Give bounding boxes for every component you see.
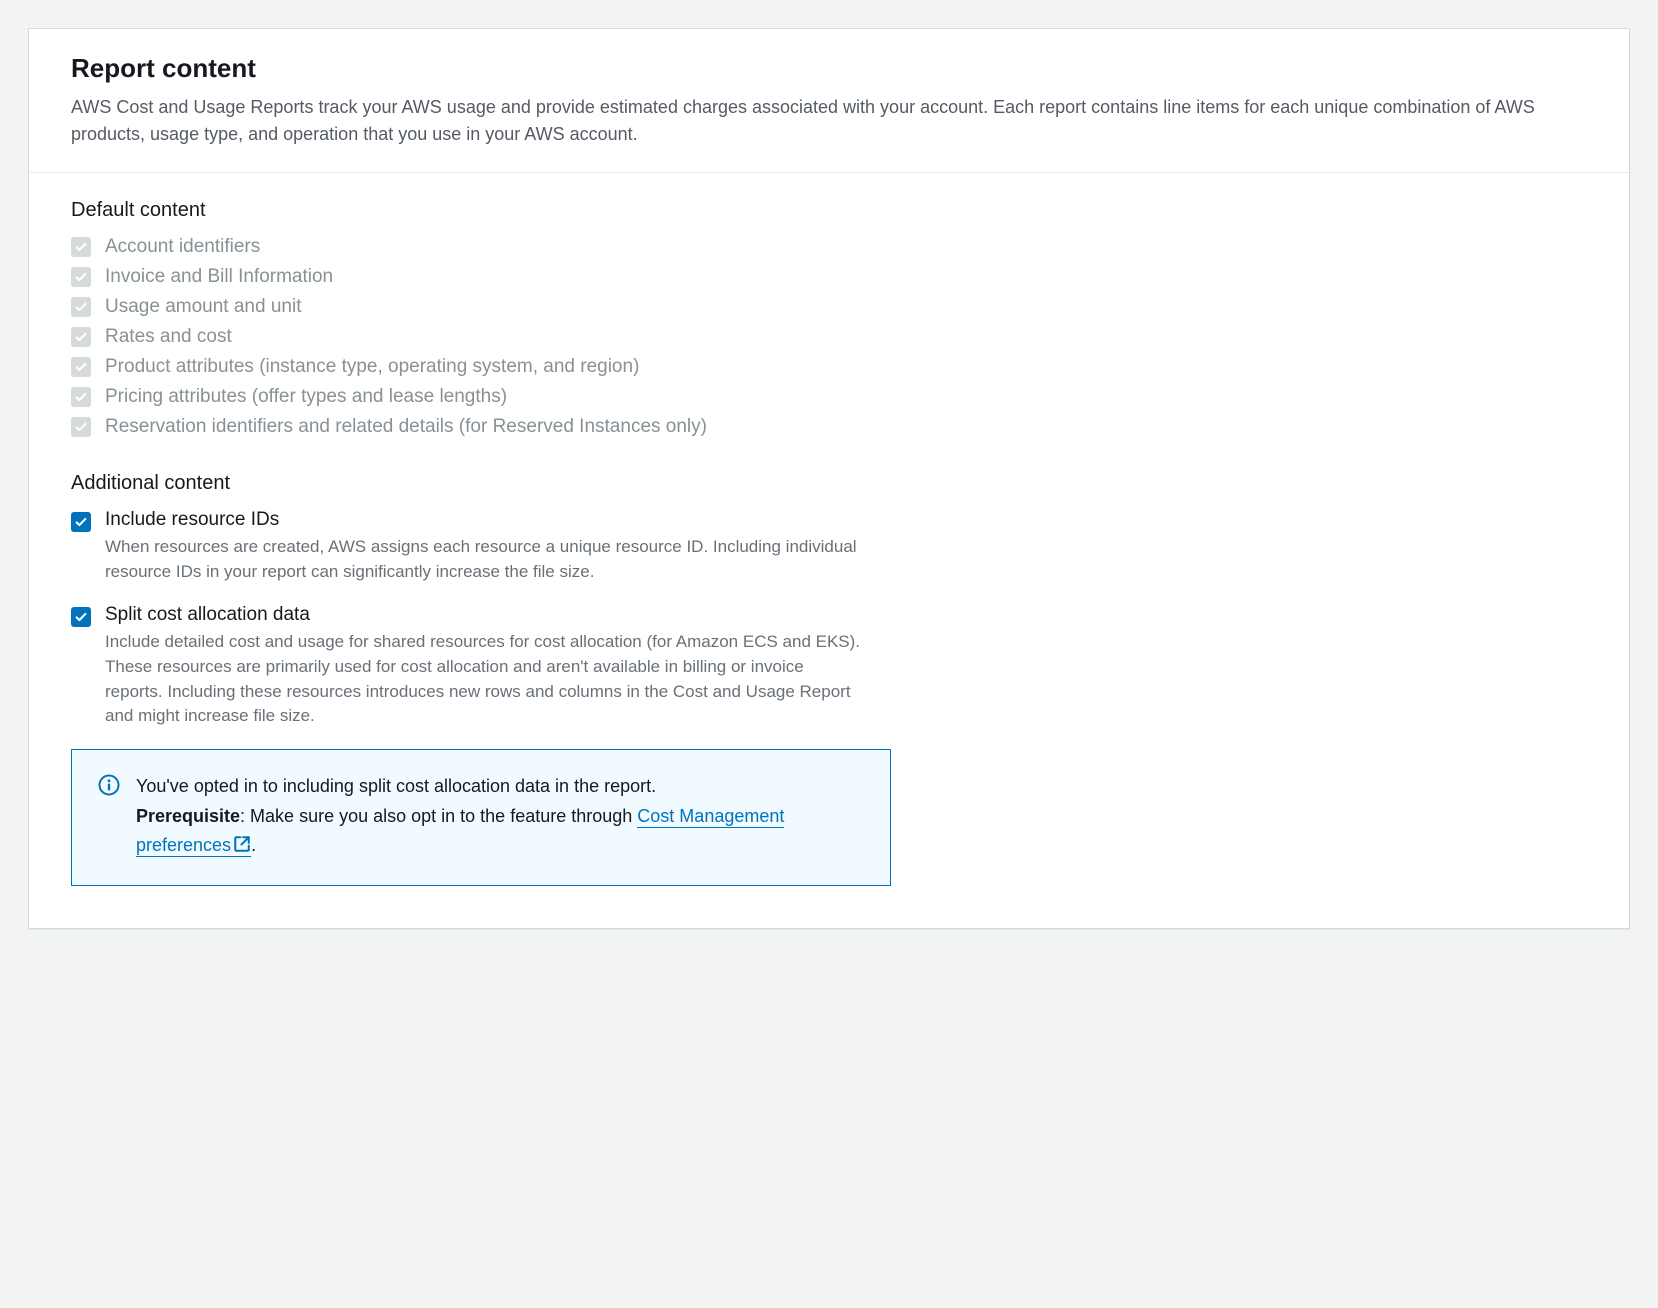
additional-content-heading: Additional content — [71, 472, 1587, 495]
prerequisite-text: : Make sure you also opt in to the featu… — [240, 806, 637, 826]
external-link-icon — [233, 833, 251, 863]
report-content-panel: Report content AWS Cost and Usage Report… — [28, 28, 1630, 929]
default-item-product-attributes: Product attributes (instance type, opera… — [71, 356, 1587, 378]
panel-title: Report content — [71, 53, 1587, 84]
checkbox-disabled-icon — [71, 267, 91, 287]
info-icon — [98, 774, 120, 796]
additional-item-resource-ids: Include resource IDs When resources are … — [71, 509, 1587, 584]
additional-item-text: Split cost allocation data Include detai… — [105, 604, 1587, 729]
default-item-label: Usage amount and unit — [105, 296, 301, 318]
checkbox-disabled-icon — [71, 357, 91, 377]
additional-item-description: When resources are created, AWS assigns … — [105, 535, 865, 584]
checkbox-include-resource-ids[interactable] — [71, 512, 91, 532]
default-item-label: Product attributes (instance type, opera… — [105, 356, 639, 378]
additional-item-label: Split cost allocation data — [105, 604, 1587, 626]
checkbox-disabled-icon — [71, 387, 91, 407]
default-item-invoice-bill: Invoice and Bill Information — [71, 266, 1587, 288]
info-period: . — [251, 835, 256, 855]
default-item-label: Rates and cost — [105, 326, 232, 348]
default-item-reservation-identifiers: Reservation identifiers and related deta… — [71, 416, 1587, 438]
checkbox-disabled-icon — [71, 327, 91, 347]
additional-item-split-cost: Split cost allocation data Include detai… — [71, 604, 1587, 729]
panel-description: AWS Cost and Usage Reports track your AW… — [71, 94, 1587, 148]
default-content-list: Account identifiers Invoice and Bill Inf… — [71, 236, 1587, 438]
additional-item-label: Include resource IDs — [105, 509, 1587, 531]
panel-header: Report content AWS Cost and Usage Report… — [29, 29, 1629, 173]
panel-body: Default content Account identifiers Invo… — [29, 173, 1629, 928]
default-item-account-identifiers: Account identifiers — [71, 236, 1587, 258]
info-box-split-cost: You've opted in to including split cost … — [71, 749, 891, 886]
checkbox-disabled-icon — [71, 297, 91, 317]
checkbox-disabled-icon — [71, 417, 91, 437]
default-item-label: Reservation identifiers and related deta… — [105, 416, 707, 438]
info-box-text: You've opted in to including split cost … — [136, 772, 864, 863]
default-item-label: Invoice and Bill Information — [105, 266, 333, 288]
default-item-rates-cost: Rates and cost — [71, 326, 1587, 348]
default-item-label: Pricing attributes (offer types and leas… — [105, 386, 507, 408]
default-item-usage-amount: Usage amount and unit — [71, 296, 1587, 318]
prerequisite-label: Prerequisite — [136, 806, 240, 826]
checkbox-disabled-icon — [71, 237, 91, 257]
default-content-heading: Default content — [71, 199, 1587, 222]
default-item-pricing-attributes: Pricing attributes (offer types and leas… — [71, 386, 1587, 408]
info-message: You've opted in to including split cost … — [136, 776, 656, 796]
checkbox-split-cost-allocation[interactable] — [71, 607, 91, 627]
additional-item-text: Include resource IDs When resources are … — [105, 509, 1587, 584]
additional-item-description: Include detailed cost and usage for shar… — [105, 630, 865, 729]
default-item-label: Account identifiers — [105, 236, 260, 258]
